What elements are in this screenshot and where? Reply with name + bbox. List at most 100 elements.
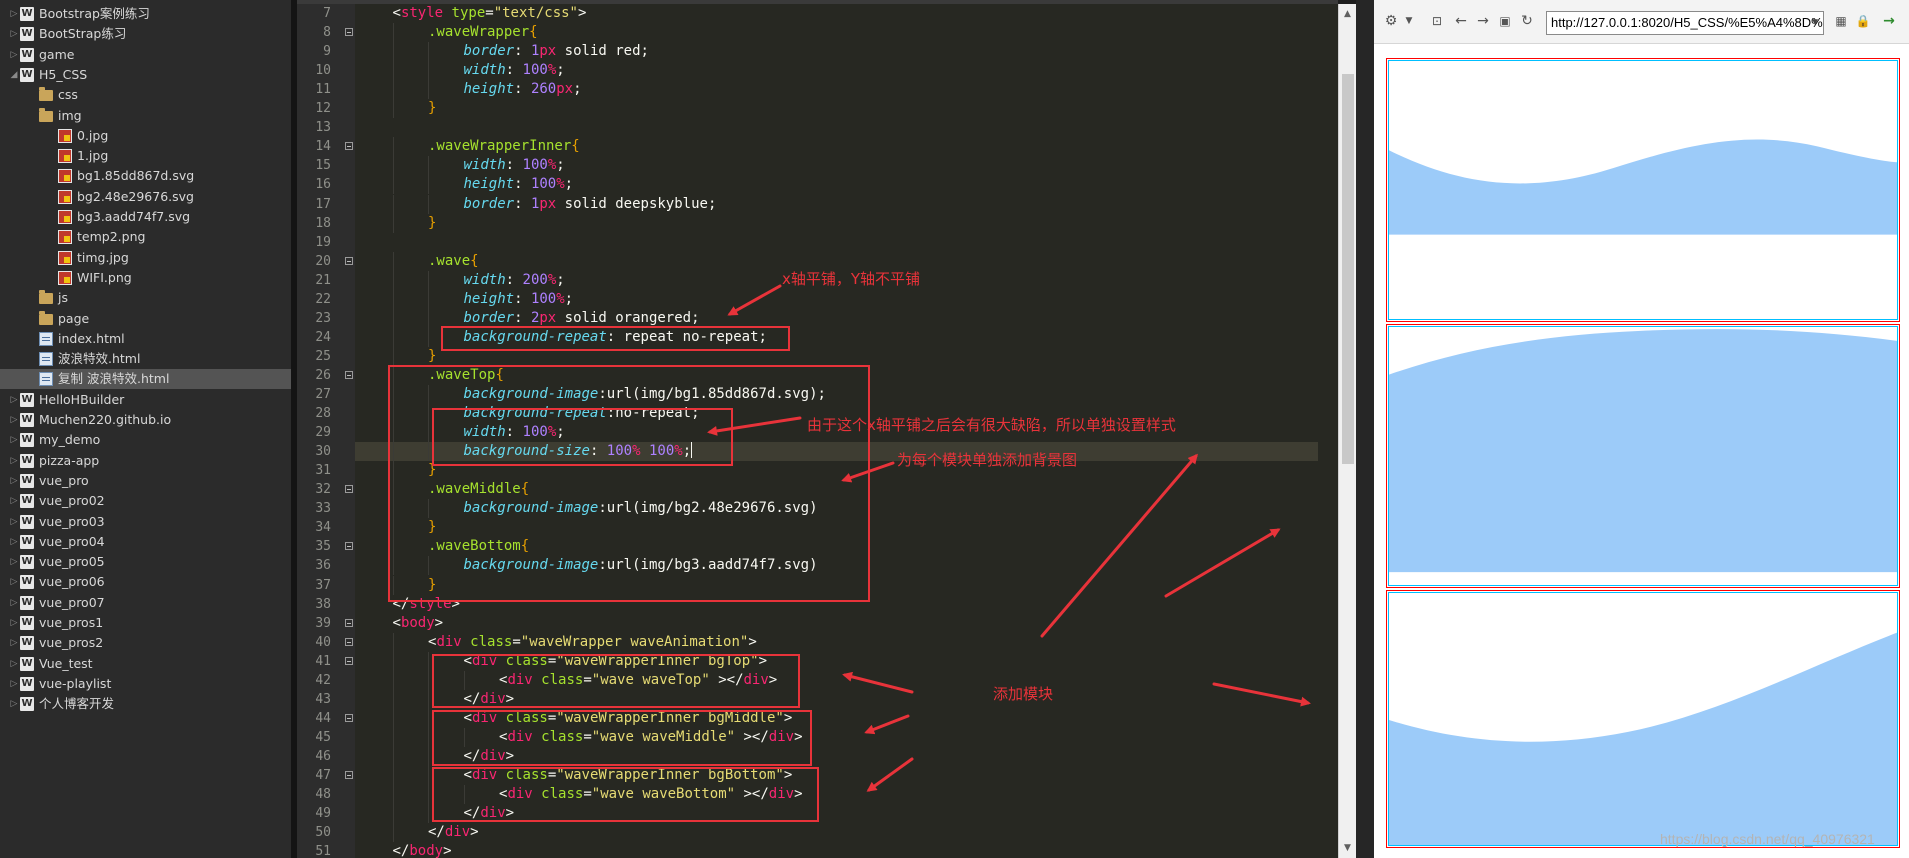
sidebar-item[interactable]: ▷ W Bootstrap案例练习: [0, 4, 291, 24]
fold-toggle-icon[interactable]: [345, 771, 353, 779]
fold-toggle-icon[interactable]: [345, 542, 353, 551]
collapsed-arrow-icon[interactable]: ▷: [8, 390, 20, 410]
annotation-box-bgbottom-div: [432, 767, 819, 822]
url-input[interactable]: http://127.0.0.1:8020/H5_CSS/%E5%A4%8D% ▼: [1546, 11, 1824, 35]
sidebar-item[interactable]: ▷ W Muchen220.github.io: [0, 410, 291, 430]
sidebar-item[interactable]: 1.jpg: [0, 146, 291, 166]
sidebar-item[interactable]: ▷ Wpizza-app: [0, 451, 291, 471]
indent-guide: [392, 194, 394, 214]
sidebar-item-label: vue-playlist: [39, 675, 112, 691]
sidebar-item[interactable]: ▷ W Vue_test: [0, 654, 291, 674]
collapsed-arrow-icon[interactable]: ▷: [8, 593, 20, 613]
collapsed-arrow-icon[interactable]: ▷: [8, 512, 20, 532]
url-dropdown-icon[interactable]: ▼: [1810, 12, 1820, 34]
sidebar-item[interactable]: ▷ W BootStrap练习: [0, 24, 291, 44]
sidebar-item[interactable]: bg2.48e29676.svg: [0, 187, 291, 207]
sidebar-item[interactable]: 波浪特效.html: [0, 349, 291, 369]
code-token: {: [571, 138, 580, 155]
fold-toggle-icon[interactable]: [345, 485, 353, 494]
sidebar-item[interactable]: index.html: [0, 329, 291, 349]
fold-toggle-icon[interactable]: [345, 28, 353, 37]
sidebar-item-label: 波浪特效.html: [58, 351, 141, 367]
console-icon[interactable]: ⊡: [1428, 12, 1446, 30]
panel-divider[interactable]: [1356, 0, 1374, 858]
sidebar-item[interactable]: WIFI.png: [0, 268, 291, 288]
sidebar-item[interactable]: ▷css: [0, 85, 291, 105]
qrcode-icon[interactable]: ▦: [1832, 12, 1850, 30]
forward-arrow-icon[interactable]: →: [1474, 12, 1492, 30]
code-token: ;: [564, 176, 574, 193]
lock-icon[interactable]: 🔒: [1854, 12, 1872, 30]
line-number: 33: [315, 501, 331, 517]
wave-bottom-shape: [1389, 632, 1897, 845]
sidebar-item-label: Bootstrap案例练习: [39, 6, 150, 21]
editor-vertical-scrollbar[interactable]: ▲ ▼: [1338, 4, 1356, 858]
back-arrow-icon[interactable]: ←: [1452, 12, 1470, 30]
collapsed-arrow-icon[interactable]: ▷: [8, 532, 20, 552]
code-token: ;: [556, 271, 565, 288]
line-number: 20: [315, 253, 331, 269]
sidebar-item[interactable]: ▷page: [0, 309, 291, 329]
sidebar-item[interactable]: ▷ Wvue_pro05: [0, 552, 291, 572]
project-icon: W: [20, 413, 34, 427]
sidebar-item[interactable]: ▷ Wvue_pro: [0, 471, 291, 491]
collapsed-arrow-icon[interactable]: ▷: [8, 4, 20, 24]
scrollbar-thumb[interactable]: [1342, 74, 1354, 464]
collapsed-arrow-icon[interactable]: ▷: [8, 45, 20, 65]
expanded-arrow-icon[interactable]: ◢: [8, 65, 20, 85]
sidebar-item[interactable]: ▷ Wmy_demo: [0, 430, 291, 450]
fold-toggle-icon[interactable]: [345, 713, 353, 722]
collapsed-arrow-icon[interactable]: ▷: [8, 451, 20, 471]
sidebar-item[interactable]: ▷ Wvue_pro02: [0, 491, 291, 511]
sidebar-item[interactable]: 复制 波浪特效.html: [0, 369, 291, 390]
collapsed-arrow-icon[interactable]: ▷: [8, 572, 20, 592]
scroll-up-icon[interactable]: ▲: [1339, 6, 1356, 22]
collapsed-arrow-icon[interactable]: ▷: [8, 654, 20, 674]
go-arrow-icon[interactable]: →: [1880, 12, 1898, 30]
annotation-box-wavetop-props: [432, 408, 733, 466]
sidebar-item[interactable]: bg3.aadd74f7.svg: [0, 207, 291, 227]
sidebar-item[interactable]: ▷ W HelloHBuilder: [0, 390, 291, 410]
sidebar-item[interactable]: ▷ Wvue_pros2: [0, 633, 291, 653]
gear-dropdown-icon[interactable]: ▼: [1400, 12, 1418, 30]
fold-toggle-icon[interactable]: [345, 370, 353, 379]
fold-toggle-icon[interactable]: [345, 618, 353, 627]
sidebar-item[interactable]: ◢img: [0, 106, 291, 126]
collapsed-arrow-icon[interactable]: ▷: [8, 694, 20, 714]
collapsed-arrow-icon[interactable]: ▷: [8, 552, 20, 572]
fold-toggle-icon[interactable]: [345, 656, 353, 665]
sidebar-item[interactable]: timg.jpg: [0, 248, 291, 268]
collapsed-arrow-icon[interactable]: ▷: [8, 471, 20, 491]
refresh-icon[interactable]: ↻: [1518, 12, 1536, 30]
collapsed-arrow-icon[interactable]: ▷: [8, 24, 20, 44]
collapsed-arrow-icon[interactable]: ▷: [8, 410, 20, 430]
sidebar-item[interactable]: ▷ Wvue_pros1: [0, 613, 291, 633]
fold-toggle-icon[interactable]: [345, 142, 353, 151]
sidebar-item[interactable]: temp2.png: [0, 227, 291, 247]
sidebar-item[interactable]: ▷ W 个人博客开发: [0, 694, 291, 714]
sidebar-item[interactable]: ▷ Wvue_pro07: [0, 593, 291, 613]
sidebar-item[interactable]: ▷ Wvue-playlist: [0, 674, 291, 694]
sidebar-item[interactable]: ▷ Wvue_pro03: [0, 512, 291, 532]
collapsed-arrow-icon[interactable]: ▷: [8, 674, 20, 694]
gear-icon[interactable]: ⚙: [1382, 12, 1400, 30]
sidebar-item[interactable]: bg1.85dd867d.svg: [0, 166, 291, 186]
sidebar-item[interactable]: ▷ Wgame: [0, 45, 291, 65]
collapsed-arrow-icon[interactable]: ▷: [8, 491, 20, 511]
wave-inner-bottom: [1388, 592, 1898, 846]
scroll-down-icon[interactable]: ▼: [1339, 840, 1356, 856]
collapsed-arrow-icon[interactable]: ▷: [8, 633, 20, 653]
fold-toggle-icon[interactable]: [345, 256, 353, 265]
sidebar-item[interactable]: ◢ W H5_CSS: [0, 65, 291, 85]
sidebar-item[interactable]: ▷js: [0, 288, 291, 308]
collapsed-arrow-icon[interactable]: ▷: [8, 430, 20, 450]
sidebar-item[interactable]: ▷ Wvue_pro06: [0, 572, 291, 592]
fold-toggle-icon[interactable]: [345, 637, 353, 646]
indent-guide: [428, 804, 429, 824]
stop-icon[interactable]: ▣: [1496, 12, 1514, 30]
code-text: .waveWrapper{: [428, 23, 538, 42]
sidebar-item[interactable]: 0.jpg: [0, 126, 291, 146]
collapsed-arrow-icon[interactable]: ▷: [8, 613, 20, 633]
code-text: width: 100%;: [464, 156, 565, 175]
sidebar-item[interactable]: ▷ Wvue_pro04: [0, 532, 291, 552]
